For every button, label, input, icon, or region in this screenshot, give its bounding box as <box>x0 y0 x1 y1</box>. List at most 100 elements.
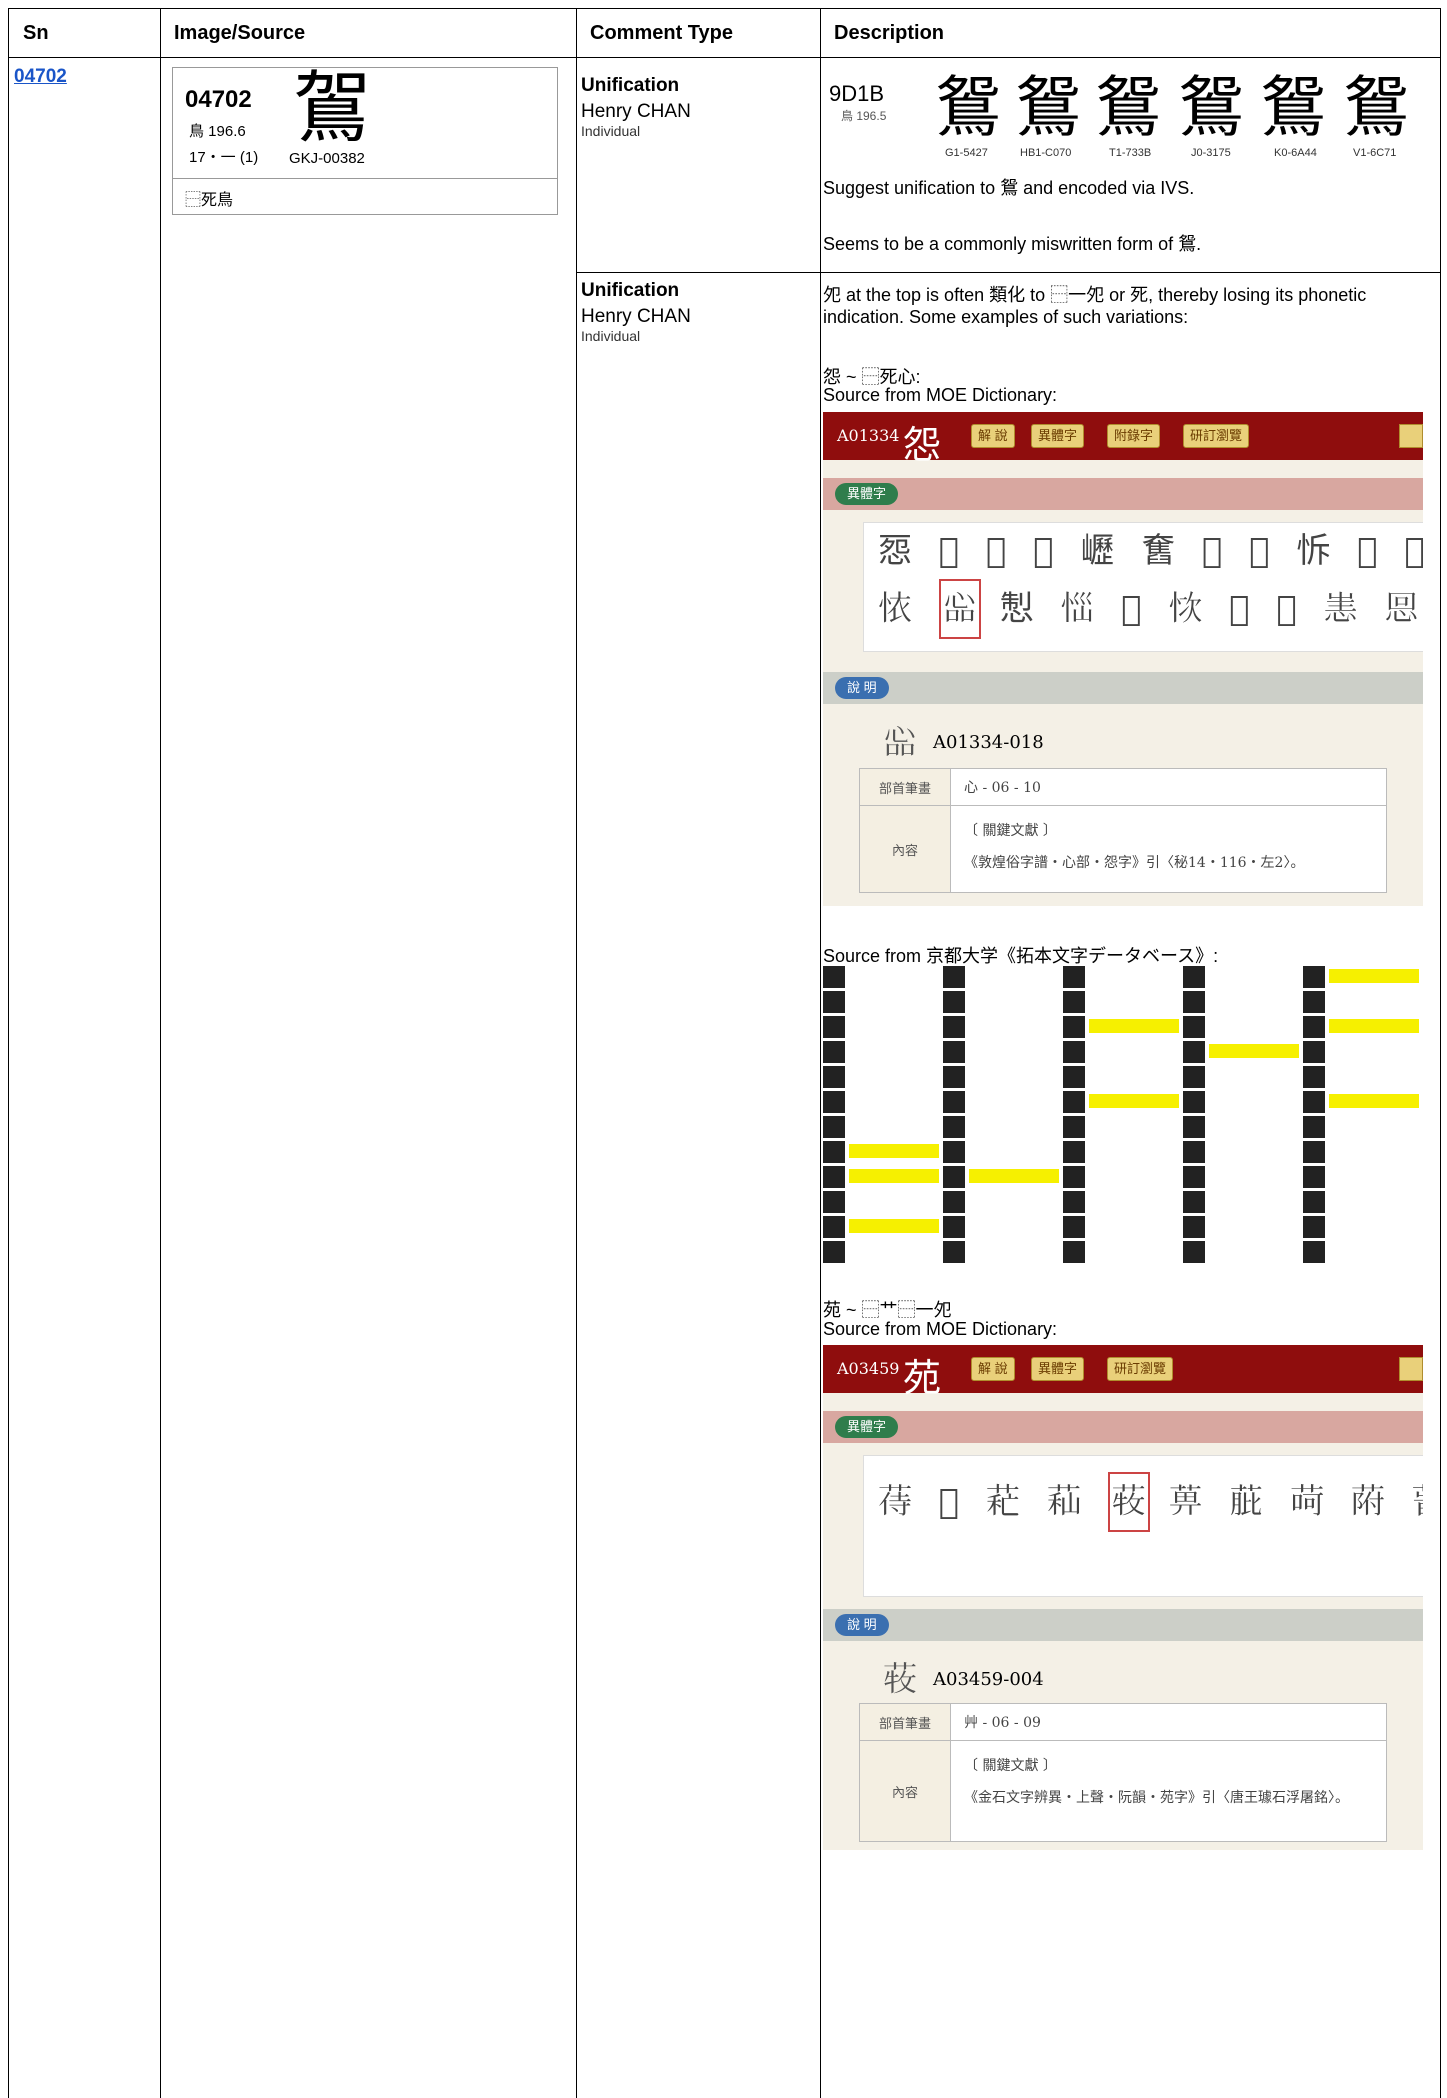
rubbing-caption-bar <box>1209 969 1299 983</box>
detail-value: 《金石文字辨異・上聲・阮韻・苑字》引〈唐王璩石浮屠銘〉。 <box>964 1790 1349 1806</box>
rubbing-caption-bar <box>1089 1119 1179 1133</box>
glyph-j: 鴛 <box>1178 69 1244 146</box>
rubbing-caption-bar <box>849 994 939 1008</box>
rubbing-image <box>943 1066 965 1088</box>
rubbing-caption-bar <box>1329 969 1419 983</box>
rubbing-thumbnail <box>1303 1216 1421 1238</box>
commenter-name: Henry CHAN <box>581 101 691 122</box>
rubbing-thumbnail <box>1183 1116 1301 1138</box>
rubbing-caption-bar <box>1209 1019 1299 1033</box>
rubbing-thumbnail <box>1303 1066 1421 1088</box>
rubbing-caption-bar <box>1089 1069 1179 1083</box>
rubbing-caption-bar <box>849 1069 939 1083</box>
sn-link[interactable]: 04702 <box>14 66 67 88</box>
moe-tab: 異體字 <box>1031 1357 1085 1381</box>
rubbing-caption-bar <box>969 1094 1059 1108</box>
rubbing-image <box>1303 1241 1325 1263</box>
rubbing-caption-bar <box>849 1044 939 1058</box>
rubbing-thumbnail <box>823 1041 941 1063</box>
rubbing-thumbnail <box>1303 1191 1421 1213</box>
rubbing-thumbnail <box>1063 1191 1181 1213</box>
rubbing-caption-bar <box>1329 1169 1419 1183</box>
rubbing-image <box>943 1216 965 1238</box>
moe-tab: 異體字 <box>1031 424 1085 448</box>
rubbing-image <box>1183 1066 1205 1088</box>
rubbing-caption-bar <box>1209 1169 1299 1183</box>
rubbing-thumbnail <box>1183 1041 1301 1063</box>
rubbing-image <box>1063 1091 1085 1113</box>
rubbing-image <box>1063 1016 1085 1038</box>
variant-row: 𦱎 𦱏 𦱐 𦱑 𦱒 𦱓 𦱔 𦱕 𦱖 𦱗 <box>864 1472 1423 1532</box>
rubbing-caption-bar <box>969 969 1059 983</box>
rubbing-caption-bar <box>1089 1169 1179 1183</box>
variant-glyph: 𦱎 𦱏 𦱐 𦱑 <box>878 1482 1089 1522</box>
rubbing-thumbnail <box>1183 1166 1301 1188</box>
rubbing-thumbnail <box>1303 1241 1421 1263</box>
rubbing-thumbnail <box>1303 1041 1421 1063</box>
header-comment-type: Comment Type <box>576 9 820 58</box>
detail-id: A01334-018 <box>933 732 1044 753</box>
rubbing-image <box>1183 1141 1205 1163</box>
detail-row: 部首筆畫 心 - 06 - 10 <box>860 769 1386 806</box>
rubbing-thumbnail <box>1183 991 1301 1013</box>
header-description: Description <box>820 9 1440 58</box>
variants-band: 異體字 <box>823 1411 1423 1443</box>
rubbing-image <box>943 1166 965 1188</box>
description-line: Suggest unification to 鴛 and encoded via… <box>823 178 1195 198</box>
rubbing-thumbnail <box>1183 1016 1301 1038</box>
rubbing-thumbnail <box>823 991 941 1013</box>
variant-row: 𢙇 𢙈 𢛁 𢙉 𢚣 𢙊 𢚤 𢙋 𢙌 𢙍 𢙎 <box>864 579 1423 639</box>
rubbing-image <box>1183 1191 1205 1213</box>
rubbing-thumbnail <box>823 1191 941 1213</box>
moe-tab: 解 說 <box>971 1357 1015 1381</box>
rubbing-thumbnail <box>1183 1066 1301 1088</box>
rubbing-thumbnail <box>943 991 1061 1013</box>
rubbing-image <box>1183 966 1205 988</box>
rubbing-thumbnail <box>1063 1141 1181 1163</box>
detail-value: 心 - 06 - 10 <box>964 780 1041 796</box>
rubbing-caption-bar <box>969 1169 1059 1183</box>
variants-pill: 異體字 <box>835 483 899 505</box>
comment-type-1: Unification Henry CHAN Individual <box>581 75 691 139</box>
rubbing-image <box>823 1016 845 1038</box>
rubbing-caption-bar <box>969 1194 1059 1208</box>
kyoto-source: Source from 京都大学《拓本文字データベース》: <box>823 942 1219 968</box>
example-1-source: Source from MOE Dictionary: <box>823 385 1058 405</box>
glyph-k: 鴛 <box>1260 69 1326 146</box>
card-id: 04702 <box>185 86 252 113</box>
rubbing-caption-bar <box>969 1069 1059 1083</box>
rubbing-caption-bar <box>969 1119 1059 1133</box>
glyph-t: 鴛 <box>1095 69 1161 146</box>
commenter-org: Individual <box>581 328 641 344</box>
moe-dictionary-screenshot-2: A03459 苑 解 說 異體字 研訂瀏覽 異體字 𦱎 𦱏 𦱐 𦱑 𦱒 𦱓 𦱔 … <box>823 1345 1423 1850</box>
rubbing-thumbnail <box>943 1191 1061 1213</box>
rubbing-image <box>823 991 845 1013</box>
detail-id: A03459-004 <box>933 1669 1044 1690</box>
rubbing-caption-bar <box>1329 1069 1419 1083</box>
rubbing-caption-bar <box>849 969 939 983</box>
rubbing-caption-bar <box>969 1244 1059 1258</box>
rubbing-thumbnail <box>943 1091 1061 1113</box>
rubbing-caption-bar <box>969 994 1059 1008</box>
rubbing-thumbnail <box>943 1141 1061 1163</box>
rubbing-thumbnail <box>1063 966 1181 988</box>
description-intro: 夗 at the top is often 類化 to ⿱一夗 or 死, th… <box>823 285 1367 327</box>
rubbing-thumbnail <box>943 1066 1061 1088</box>
variant-glyph: 𢙇 <box>878 589 920 629</box>
example-2-source: Source from MOE Dictionary: <box>823 1319 1058 1339</box>
rubbing-thumbnail <box>943 1241 1061 1263</box>
rubbing-image <box>1183 1091 1205 1113</box>
rubbing-image <box>823 966 845 988</box>
rubbing-caption-bar <box>1089 1019 1179 1033</box>
detail-value: 艸 - 06 - 09 <box>964 1715 1041 1731</box>
rubbing-thumbnail <box>1303 1141 1421 1163</box>
rubbing-image <box>1063 1166 1085 1188</box>
rubbing-image <box>1303 1116 1325 1138</box>
rubbing-image <box>1303 1191 1325 1213</box>
detail-row: 內容 〔 關鍵文獻 〕 《敦煌俗字譜・心部・怨字》引〈秘14・116・左2〉。 <box>860 806 1386 892</box>
rubbing-thumbnail <box>1183 1091 1301 1113</box>
rubbing-caption-bar <box>1209 1044 1299 1058</box>
unification-glyph-strip: 9D1B 鳥 196.5 鴛 鴛 鴛 鴛 鴛 鴛 G1-5427 HB1-C07… <box>823 75 1423 165</box>
moe-tab: 研訂瀏覽 <box>1107 1357 1174 1381</box>
row-divider <box>576 272 1440 273</box>
